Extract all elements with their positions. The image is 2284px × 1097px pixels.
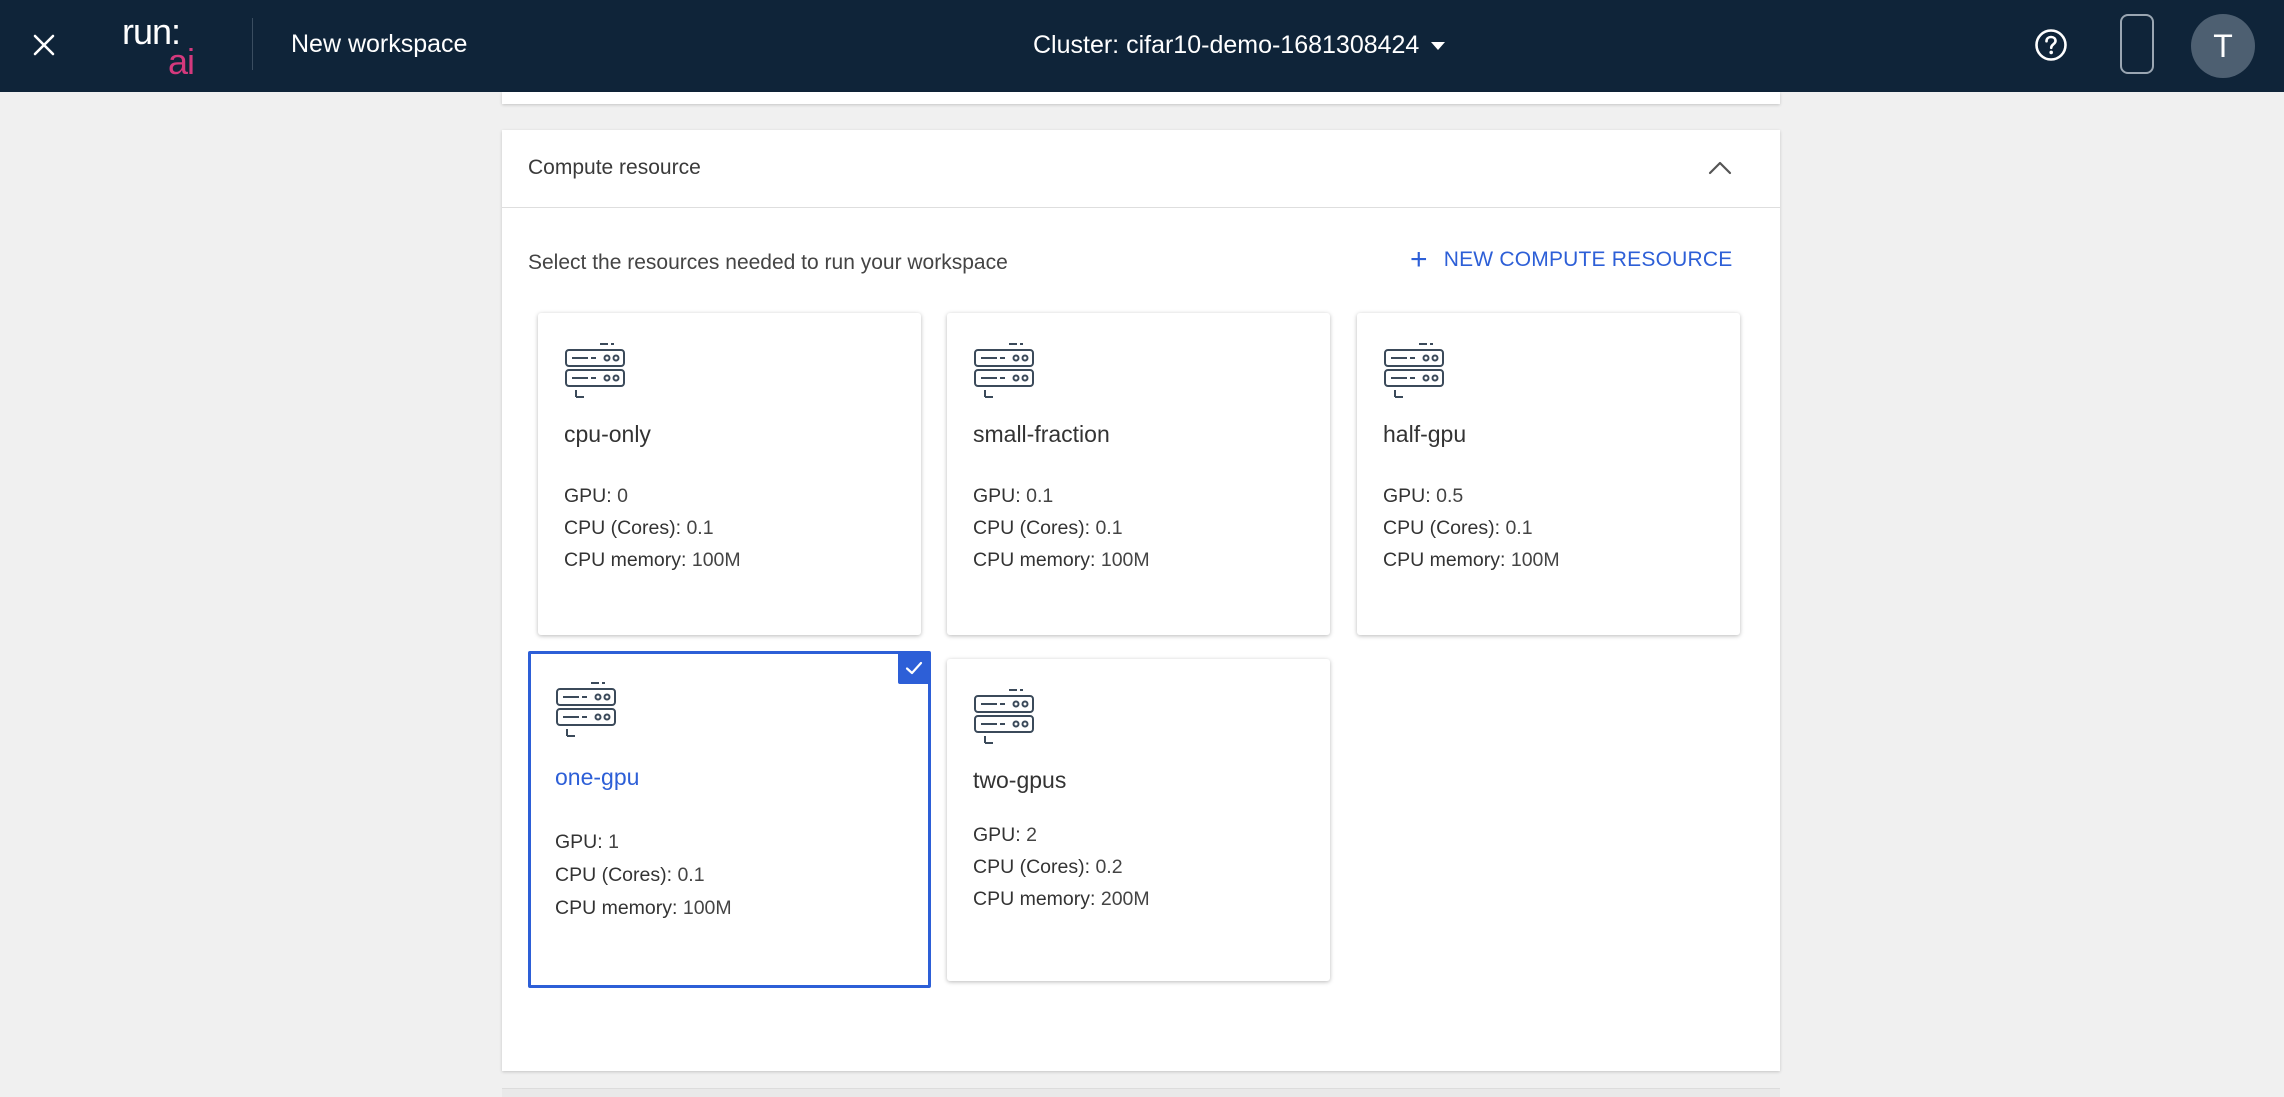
gpu-label: GPU: [555, 831, 603, 853]
cpu-value: 0.1 [1505, 517, 1533, 539]
memory-row: CPU memory: 100M [564, 544, 741, 576]
memory-row: CPU memory: 200M [973, 883, 1150, 915]
gpu-row: GPU: 2 [973, 819, 1150, 851]
cpu-label: CPU (Cores): [564, 517, 682, 539]
server-icon [974, 343, 1034, 398]
compute-resource-card[interactable]: small-fraction GPU: 0.1 CPU (Cores): 0.1… [947, 313, 1330, 635]
gpu-label: GPU: [1383, 485, 1431, 507]
check-icon [905, 661, 923, 675]
memory-label: CPU memory: [564, 549, 687, 571]
close-button[interactable] [24, 23, 64, 67]
gpu-row: GPU: 0.1 [973, 480, 1150, 512]
memory-value: 100M [1100, 549, 1150, 571]
compute-resource-card[interactable]: cpu-only GPU: 0 CPU (Cores): 0.1 CPU mem… [538, 313, 921, 635]
memory-row: CPU memory: 100M [973, 544, 1150, 576]
cluster-selector[interactable]: Cluster: cifar10-demo-1681308424 [1033, 31, 1446, 60]
plus-icon: + [1410, 243, 1428, 276]
cpu-label: CPU (Cores): [973, 517, 1091, 539]
section-instruction: Select the resources needed to run your … [528, 251, 1008, 274]
cpu-label: CPU (Cores): [1383, 517, 1501, 539]
page-title: New workspace [291, 30, 468, 58]
top-bar: run: ai New workspace Cluster: cifar10-d… [0, 0, 2284, 92]
gpu-label: GPU: [564, 485, 612, 507]
gpu-value: 2 [1026, 824, 1037, 846]
memory-value: 200M [1100, 888, 1150, 910]
cpu-label: CPU (Cores): [973, 856, 1091, 878]
cpu-row: CPU (Cores): 0.1 [973, 512, 1150, 544]
compute-resource-card[interactable]: two-gpus GPU: 2 CPU (Cores): 0.2 CPU mem… [947, 659, 1330, 981]
card-specs: GPU: 2 CPU (Cores): 0.2 CPU memory: 200M [973, 819, 1150, 915]
compute-resource-card[interactable]: half-gpu GPU: 0.5 CPU (Cores): 0.1 CPU m… [1357, 313, 1740, 635]
memory-label: CPU memory: [973, 549, 1096, 571]
gpu-row: GPU: 0 [564, 480, 741, 512]
cpu-value: 0.1 [1095, 517, 1123, 539]
chevron-up-icon[interactable] [1706, 158, 1734, 178]
new-compute-resource-button[interactable]: + NEW COMPUTE RESOURCE [1410, 243, 1733, 276]
gpu-row: GPU: 1 [555, 826, 732, 859]
memory-row: CPU memory: 100M [555, 892, 732, 925]
cpu-row: CPU (Cores): 0.1 [564, 512, 741, 544]
user-avatar[interactable]: T [2191, 14, 2255, 78]
card-specs: GPU: 0.1 CPU (Cores): 0.1 CPU memory: 10… [973, 480, 1150, 576]
section-header[interactable]: Compute resource [502, 130, 1780, 208]
server-icon [974, 689, 1034, 744]
gpu-row: GPU: 0.5 [1383, 480, 1560, 512]
memory-value: 100M [682, 897, 732, 919]
cpu-label: CPU (Cores): [555, 864, 673, 886]
caret-down-icon [1431, 41, 1446, 50]
gpu-label: GPU: [973, 485, 1021, 507]
memory-value: 100M [691, 549, 741, 571]
card-title: small-fraction [973, 421, 1110, 447]
close-icon [33, 34, 55, 56]
new-compute-resource-label: NEW COMPUTE RESOURCE [1443, 248, 1733, 271]
card-specs: GPU: 0.5 CPU (Cores): 0.1 CPU memory: 10… [1383, 480, 1560, 576]
card-title: half-gpu [1383, 421, 1467, 447]
memory-label: CPU memory: [555, 897, 678, 919]
gpu-label: GPU: [973, 824, 1021, 846]
cpu-value: 0.1 [686, 517, 714, 539]
section-title: Compute resource [528, 156, 701, 179]
header-divider [252, 18, 253, 70]
device-icon[interactable] [2120, 14, 2154, 74]
cpu-value: 0.2 [1095, 856, 1123, 878]
card-title: one-gpu [555, 764, 640, 790]
compute-resource-card-selected[interactable]: one-gpu GPU: 1 CPU (Cores): 0.1 CPU memo… [528, 651, 931, 988]
card-title: two-gpus [973, 767, 1067, 793]
gpu-value: 0.5 [1436, 485, 1464, 507]
previous-section-card [502, 92, 1780, 104]
cpu-value: 0.1 [677, 864, 705, 886]
cluster-label: Cluster: cifar10-demo-1681308424 [1033, 31, 1420, 59]
memory-row: CPU memory: 100M [1383, 544, 1560, 576]
server-icon [565, 343, 625, 398]
memory-value: 100M [1510, 549, 1560, 571]
memory-label: CPU memory: [973, 888, 1096, 910]
server-icon [556, 682, 616, 737]
gpu-value: 1 [608, 831, 619, 853]
card-specs: GPU: 0 CPU (Cores): 0.1 CPU memory: 100M [564, 480, 741, 576]
gpu-value: 0 [617, 485, 628, 507]
memory-label: CPU memory: [1383, 549, 1506, 571]
compute-resource-section: Compute resource Select the resources ne… [502, 130, 1780, 1071]
card-specs: GPU: 1 CPU (Cores): 0.1 CPU memory: 100M [555, 826, 732, 925]
gpu-value: 0.1 [1026, 485, 1054, 507]
logo-ai-text: ai [168, 41, 195, 82]
server-icon [1384, 343, 1444, 398]
cpu-row: CPU (Cores): 0.1 [555, 859, 732, 892]
card-title: cpu-only [564, 421, 651, 447]
help-icon[interactable] [2034, 28, 2068, 62]
cpu-row: CPU (Cores): 0.1 [1383, 512, 1560, 544]
selected-check-badge [898, 652, 930, 684]
cpu-row: CPU (Cores): 0.2 [973, 851, 1150, 883]
runai-logo[interactable]: run: ai [120, 14, 212, 80]
